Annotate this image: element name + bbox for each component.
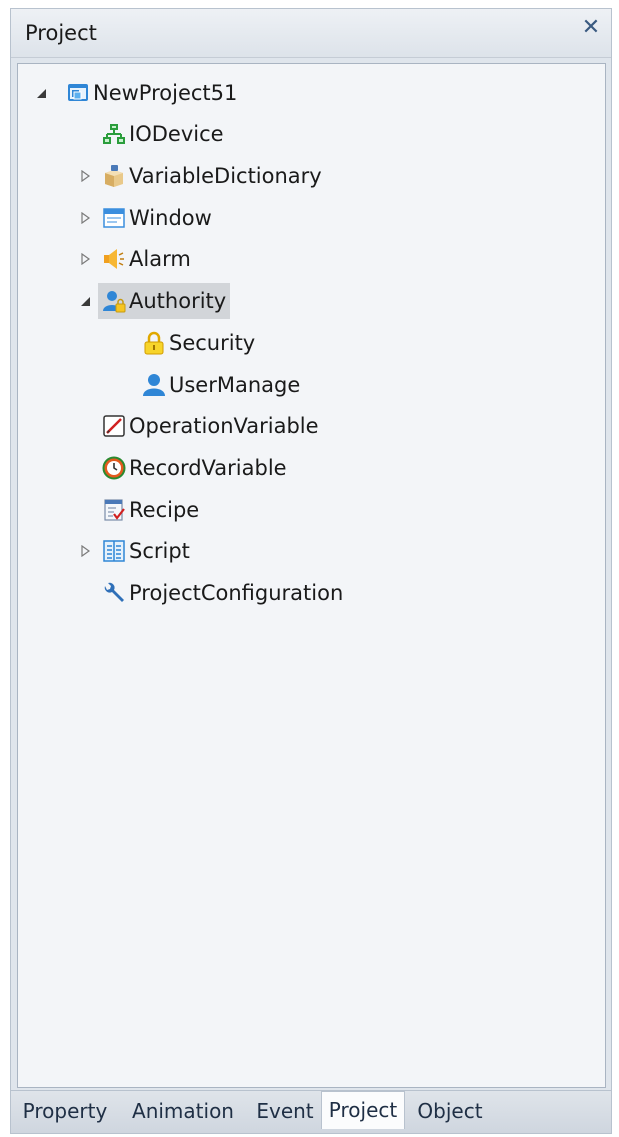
tree-label-recordvariable: RecordVariable	[129, 456, 287, 480]
tree-node-variabledictionary-row[interactable]: VariableDictionary	[102, 158, 326, 194]
tree-label-usermanage: UserManage	[169, 373, 301, 397]
tree-label-root: NewProject51	[93, 81, 238, 105]
tree-node-iodevice: IODevice	[102, 116, 228, 152]
tree-node-recordvariable-row[interactable]: RecordVariable	[102, 450, 291, 486]
tree-node-security: Security	[142, 325, 259, 361]
tree-label-operationvariable: OperationVariable	[129, 414, 319, 438]
tree-node-projectconfiguration-row[interactable]: ProjectConfiguration	[102, 575, 347, 611]
wrench-icon	[102, 581, 126, 605]
tree-label-recipe: Recipe	[129, 498, 200, 522]
tab-animation[interactable]: Animation	[119, 1095, 247, 1127]
tree-label-security: Security	[169, 331, 256, 355]
project-icon	[66, 81, 90, 105]
tree-label-iodevice: IODevice	[129, 122, 224, 146]
tree-node-iodevice-row[interactable]: IODevice	[102, 116, 228, 152]
tree-node-recordvariable: RecordVariable	[102, 450, 291, 486]
tree-label-variabledictionary: VariableDictionary	[129, 164, 322, 188]
tree-node-window: Window	[81, 200, 216, 236]
tree-node-variabledictionary: VariableDictionary	[81, 158, 326, 194]
tree-label-authority: Authority	[129, 289, 227, 313]
expand-arrow-icon[interactable]	[78, 211, 92, 225]
tree-node-script: Script	[81, 533, 194, 569]
tree-node-authority-row[interactable]: Authority	[98, 283, 231, 319]
tree-label-projectconfiguration: ProjectConfiguration	[129, 581, 344, 605]
tab-property[interactable]: Property	[15, 1095, 115, 1127]
tree-node-recipe-row[interactable]: Recipe	[102, 492, 203, 528]
tree-label-alarm: Alarm	[129, 247, 191, 271]
box-icon	[102, 164, 126, 188]
speaker-icon	[102, 247, 126, 271]
expand-arrow-icon[interactable]	[78, 544, 92, 558]
tree-node-alarm: Alarm	[81, 241, 195, 277]
collapse-arrow-icon[interactable]	[34, 86, 48, 100]
collapse-arrow-icon[interactable]	[78, 294, 92, 308]
tree-node-projectconfiguration: ProjectConfiguration	[102, 575, 347, 611]
tree-node-operationvariable: OperationVariable	[102, 408, 323, 444]
tree-node-root-row[interactable]: NewProject51	[66, 75, 241, 111]
script-icon	[102, 539, 126, 563]
checklist-icon	[102, 498, 126, 522]
close-button[interactable]: ✕	[579, 17, 603, 41]
user-icon	[142, 373, 166, 397]
expand-arrow-icon[interactable]	[78, 252, 92, 266]
tree-node-security-row[interactable]: Security	[142, 325, 259, 361]
user-lock-icon	[102, 289, 126, 313]
panel-titlebar: Project ✕	[11, 9, 611, 58]
panel-title: Project	[25, 21, 97, 45]
tree-node-alarm-row[interactable]: Alarm	[102, 241, 195, 277]
project-panel: Project ✕ NewProject51 IODevice Variable…	[10, 8, 612, 1134]
tree-node-usermanage-row[interactable]: UserManage	[142, 367, 304, 403]
tree-node-root: NewProject51	[34, 75, 241, 111]
tree-node-window-row[interactable]: Window	[102, 200, 216, 236]
tab-event[interactable]: Event	[249, 1095, 321, 1127]
expand-arrow-icon[interactable]	[78, 169, 92, 183]
tree-node-recipe: Recipe	[102, 492, 203, 528]
window-icon	[102, 206, 126, 230]
tree-node-usermanage: UserManage	[142, 367, 304, 403]
pen-icon	[102, 414, 126, 438]
clock-icon	[102, 456, 126, 480]
tree-node-authority: Authority	[81, 283, 231, 319]
lock-icon	[142, 331, 166, 355]
tree-node-script-row[interactable]: Script	[102, 533, 194, 569]
project-tree[interactable]: NewProject51 IODevice VariableDictionary…	[17, 63, 606, 1088]
bottom-tab-bar: Property Animation Event Project Object	[11, 1090, 611, 1133]
tree-label-window: Window	[129, 206, 212, 230]
network-icon	[102, 122, 126, 146]
tree-node-operationvariable-row[interactable]: OperationVariable	[102, 408, 323, 444]
tab-project[interactable]: Project	[321, 1091, 405, 1129]
tree-label-script: Script	[129, 539, 190, 563]
tab-object[interactable]: Object	[407, 1095, 493, 1127]
